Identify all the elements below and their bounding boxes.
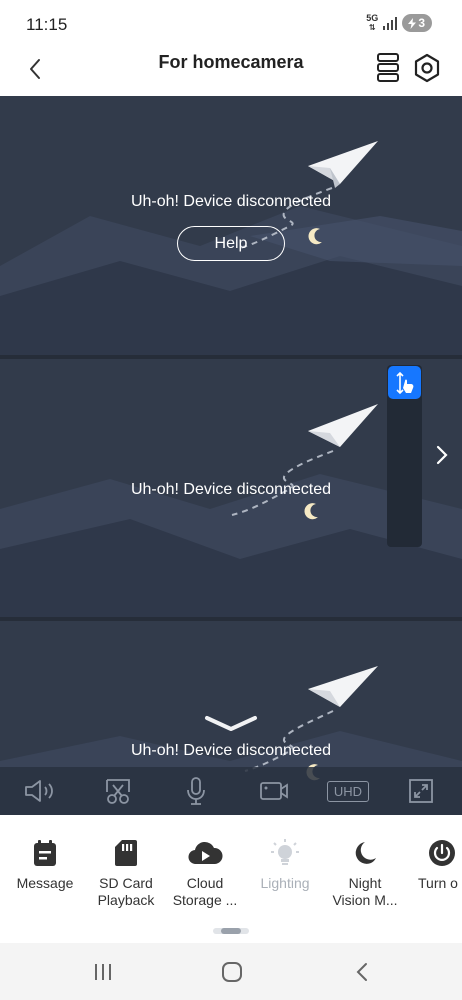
chevron-down-icon bbox=[205, 716, 257, 731]
recent-apps-icon bbox=[95, 964, 111, 980]
system-navigation-bar bbox=[0, 943, 462, 1000]
moon-icon bbox=[355, 842, 376, 864]
battery-level: 3 bbox=[418, 16, 425, 30]
tool-cloud-storage[interactable]: Cloud Storage ... bbox=[160, 835, 250, 909]
microphone-icon bbox=[187, 777, 205, 805]
home-button[interactable] bbox=[212, 957, 252, 987]
camera-feed-1[interactable]: Uh-oh! Device disconnected Help bbox=[0, 96, 462, 356]
video-camera-icon bbox=[260, 782, 288, 800]
collapse-button[interactable] bbox=[203, 713, 259, 735]
system-back-button[interactable] bbox=[342, 957, 382, 987]
message-icon bbox=[34, 840, 56, 866]
screenshot-button[interactable] bbox=[100, 775, 136, 807]
disconnected-message: Uh-oh! Device disconnected bbox=[130, 193, 332, 210]
app-header: For homecamera bbox=[0, 40, 462, 96]
record-button[interactable] bbox=[256, 775, 292, 807]
help-button[interactable]: Help bbox=[177, 226, 285, 261]
device-list-button[interactable] bbox=[373, 52, 403, 84]
touch-drag-icon bbox=[395, 371, 413, 394]
paper-plane-icon bbox=[308, 404, 378, 447]
recent-apps-button[interactable] bbox=[83, 957, 123, 987]
settings-button[interactable] bbox=[411, 52, 443, 84]
tool-label: Turn o bbox=[418, 875, 458, 891]
signal-icon bbox=[383, 16, 398, 30]
gear-icon bbox=[414, 53, 440, 83]
tool-turn-off[interactable]: Turn o bbox=[396, 835, 462, 892]
network-icon: 5G ⇅ bbox=[366, 13, 379, 33]
status-icons: 5G ⇅ 3 bbox=[366, 14, 432, 32]
chevron-left-icon bbox=[356, 963, 367, 981]
tool-label: Lighting bbox=[260, 875, 310, 891]
status-time: 11:15 bbox=[26, 15, 68, 34]
disconnected-message: Uh-oh! Device disconnected bbox=[130, 742, 332, 759]
home-icon bbox=[222, 962, 242, 982]
tool-message[interactable]: Message bbox=[0, 835, 90, 892]
battery-icon: 3 bbox=[402, 14, 432, 32]
ptz-toggle-button[interactable] bbox=[388, 366, 421, 399]
uhd-label: UHD bbox=[326, 780, 370, 802]
speaker-icon bbox=[25, 780, 53, 802]
paper-plane-icon bbox=[308, 666, 378, 707]
tool-sd-card-playback[interactable]: SD Card Playback bbox=[81, 835, 171, 909]
stack-list-icon bbox=[377, 53, 399, 82]
paper-plane-icon bbox=[308, 141, 378, 188]
fullscreen-icon bbox=[409, 779, 433, 803]
tool-lighting[interactable]: Lighting bbox=[240, 835, 330, 892]
quality-button[interactable]: UHD bbox=[324, 775, 372, 807]
scissors-icon bbox=[106, 779, 130, 804]
tool-label: Cloud Storage ... bbox=[172, 875, 238, 908]
volume-button[interactable] bbox=[22, 775, 58, 807]
playback-controls: UHD bbox=[0, 767, 462, 815]
toolbar-page-indicator bbox=[213, 928, 249, 934]
tool-label: Message bbox=[16, 875, 74, 891]
lightbulb-icon bbox=[271, 839, 299, 865]
next-feed-button[interactable] bbox=[432, 443, 452, 467]
feature-toolbar: Message SD Card Playback Cloud Storage .… bbox=[0, 815, 462, 943]
sd-card-icon bbox=[115, 840, 137, 866]
tool-label: SD Card Playback bbox=[97, 875, 155, 908]
fullscreen-button[interactable] bbox=[404, 775, 438, 807]
cloud-play-icon bbox=[188, 841, 223, 865]
microphone-button[interactable] bbox=[180, 775, 212, 807]
chevron-right-icon bbox=[436, 445, 448, 465]
power-icon bbox=[429, 840, 455, 866]
